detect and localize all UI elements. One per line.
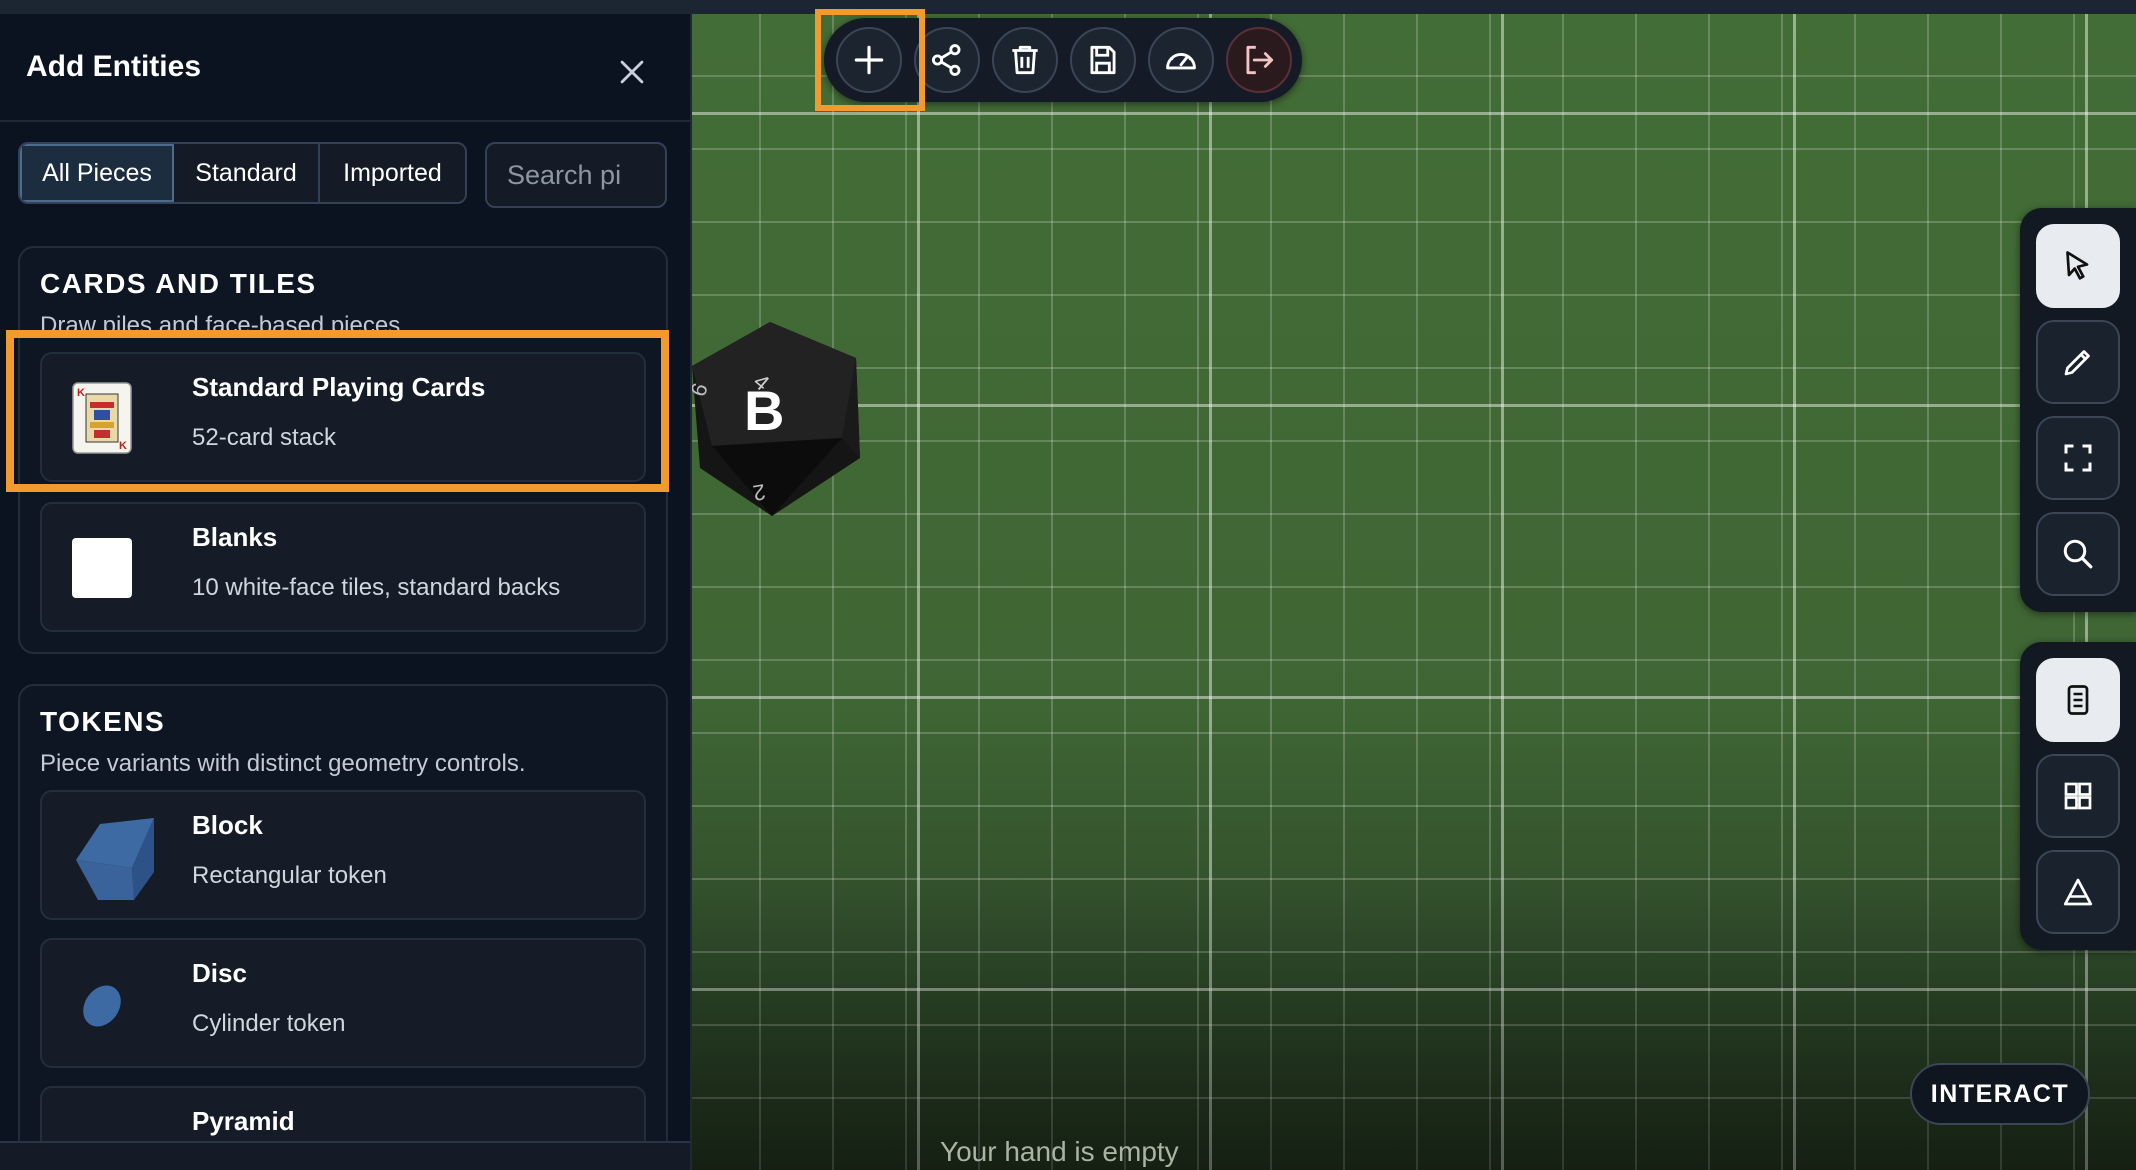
list-item-blanks[interactable]: Blanks 10 white-face tiles, standard bac… bbox=[40, 502, 646, 632]
hand-status: Your hand is empty bbox=[940, 1136, 1179, 1167]
trash-icon bbox=[1012, 45, 1038, 75]
die-face-letter: B bbox=[744, 379, 785, 442]
list-item-block[interactable]: Block Rectangular token bbox=[40, 790, 646, 920]
panel-header: Add Entities bbox=[0, 14, 690, 122]
performance-button[interactable] bbox=[1148, 27, 1214, 93]
d8-die[interactable]: 4 6 2 B bbox=[685, 318, 862, 518]
item-name: Blanks bbox=[192, 522, 278, 552]
share-icon bbox=[931, 44, 961, 76]
item-description: Rectangular token bbox=[192, 862, 387, 889]
save-icon bbox=[1090, 45, 1116, 75]
zoom-icon bbox=[2063, 539, 2093, 569]
pointer-icon bbox=[2066, 251, 2089, 280]
exit-button[interactable] bbox=[1226, 27, 1292, 93]
disc-token-icon bbox=[70, 968, 134, 1040]
select-tool-button[interactable] bbox=[2036, 224, 2120, 308]
item-description: Cylinder token bbox=[192, 1010, 346, 1037]
pencil-icon bbox=[2064, 350, 2090, 376]
blank-tile-icon bbox=[70, 532, 134, 604]
tool-panel bbox=[2020, 208, 2136, 612]
item-name: Disc bbox=[192, 958, 247, 988]
search-input[interactable]: Search pi bbox=[485, 142, 667, 208]
zoom-button[interactable] bbox=[2036, 512, 2120, 596]
close-panel-button[interactable] bbox=[612, 52, 652, 92]
fullscreen-button[interactable] bbox=[2036, 416, 2120, 500]
item-description: 10 white-face tiles, standard backs bbox=[192, 574, 561, 601]
save-button[interactable] bbox=[1070, 27, 1136, 93]
item-name: Block bbox=[192, 810, 263, 840]
panel-title: Add Entities bbox=[26, 50, 202, 83]
document-view-button[interactable] bbox=[2036, 658, 2120, 742]
section-title: CARDS AND TILES bbox=[40, 268, 317, 299]
tokens-section: TOKENS Piece variants with distinct geom… bbox=[18, 684, 668, 1170]
playing-cards-highlight bbox=[6, 330, 669, 492]
board-bottom-shade bbox=[692, 870, 2136, 1170]
section-title: TOKENS bbox=[40, 706, 166, 737]
exit-icon bbox=[1246, 45, 1274, 75]
tab-imported[interactable]: Imported bbox=[320, 144, 465, 202]
speedometer-icon bbox=[1166, 53, 1196, 70]
block-token-icon bbox=[70, 816, 154, 900]
add-button-highlight bbox=[815, 9, 925, 111]
triangle-view-button[interactable] bbox=[2036, 850, 2120, 934]
window-top-bar bbox=[0, 0, 2136, 15]
grid-icon bbox=[2064, 782, 2092, 810]
delete-button[interactable] bbox=[992, 27, 1058, 93]
grid-view-button[interactable] bbox=[2036, 754, 2120, 838]
fullscreen-icon bbox=[2064, 444, 2092, 472]
game-board[interactable] bbox=[692, 14, 2136, 1170]
close-icon bbox=[620, 60, 644, 84]
add-entities-panel: Add Entities All Pieces Standard Importe… bbox=[0, 14, 692, 1170]
view-panel bbox=[2020, 642, 2136, 950]
draw-tool-button[interactable] bbox=[2036, 320, 2120, 404]
piece-filter-tabs: All Pieces Standard Imported bbox=[18, 142, 467, 204]
triangle-icon bbox=[2063, 878, 2093, 906]
document-icon bbox=[2067, 685, 2089, 715]
list-item-disc[interactable]: Disc Cylinder token bbox=[40, 938, 646, 1068]
panel-footer bbox=[0, 1141, 690, 1170]
interact-button[interactable]: INTERACT bbox=[1910, 1063, 2090, 1125]
section-description: Piece variants with distinct geometry co… bbox=[40, 750, 526, 777]
item-name: Pyramid bbox=[192, 1106, 295, 1136]
tab-all-pieces[interactable]: All Pieces bbox=[20, 144, 174, 202]
tab-standard[interactable]: Standard bbox=[174, 144, 320, 202]
